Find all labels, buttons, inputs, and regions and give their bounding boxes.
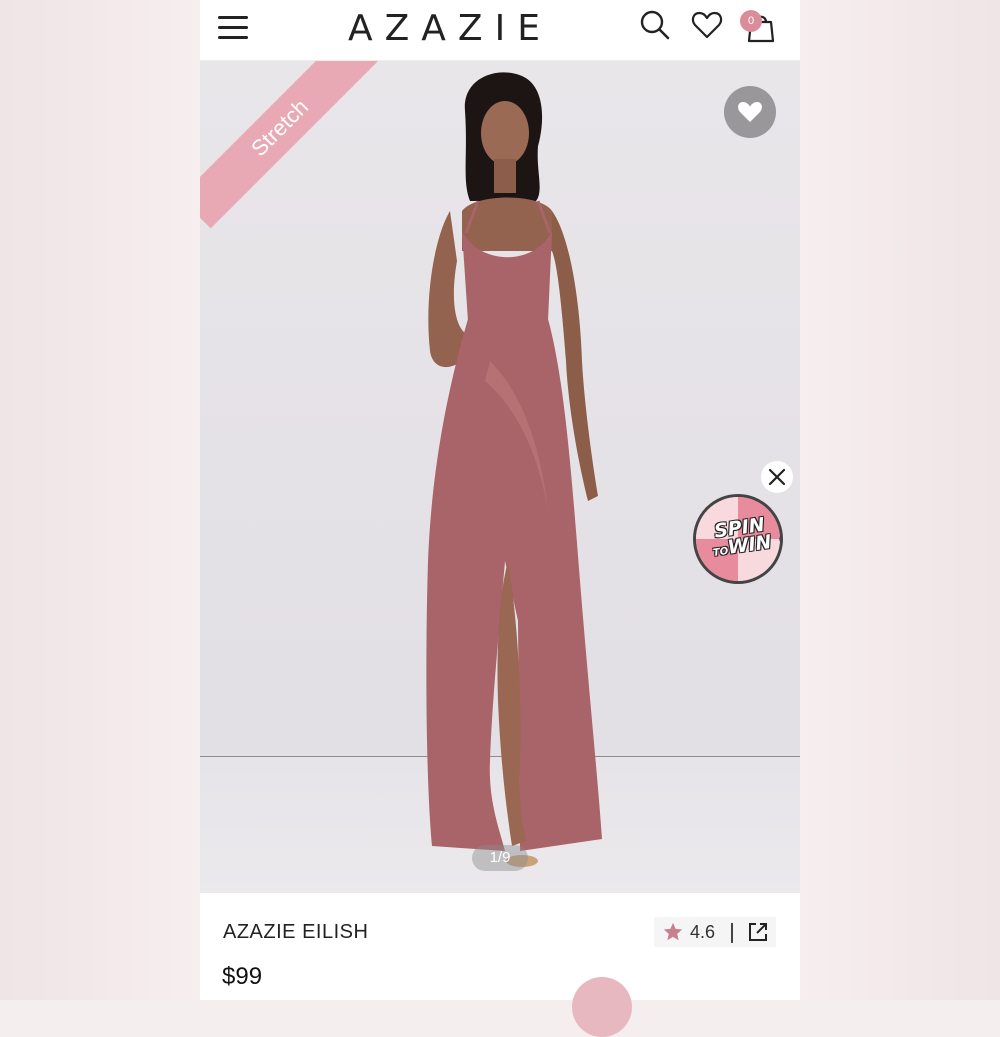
product-info: AZAZIE EILISH $99 4.6 (200, 893, 800, 1000)
page-background-left (0, 0, 200, 1000)
image-counter: 1/9 (472, 845, 528, 871)
search-icon[interactable] (638, 8, 672, 42)
star-icon (663, 922, 683, 941)
close-icon (768, 468, 786, 486)
model-wearing-dress-image (426, 72, 602, 867)
product-price: $99 (222, 963, 263, 990)
product-image-gallery[interactable]: Stretch 1/9 SPIN TOWIN (200, 61, 800, 893)
brand-logo[interactable]: AZAZIE (300, 8, 600, 49)
share-external-icon[interactable] (746, 920, 770, 944)
rating-share-box: 4.6 (654, 917, 776, 947)
product-name: AZAZIE EILISH (223, 921, 369, 943)
spin-to-win-button[interactable]: SPIN TOWIN (693, 494, 783, 584)
menu-icon[interactable] (218, 14, 250, 40)
close-promo-button[interactable] (761, 461, 793, 493)
phone-screen: AZAZIE 0 Stretch 1/9 SPIN TOWIN AZAZIE E… (200, 0, 800, 1000)
favorite-button[interactable] (724, 86, 776, 138)
page-background-right (800, 0, 1000, 1000)
heart-icon (738, 102, 762, 122)
top-header: AZAZIE 0 (200, 0, 800, 61)
divider (731, 923, 733, 943)
rating-value: 4.6 (690, 922, 716, 942)
cart-count-badge: 0 (740, 10, 762, 32)
chat-bubble[interactable] (572, 977, 632, 1037)
heart-icon[interactable] (690, 8, 724, 42)
